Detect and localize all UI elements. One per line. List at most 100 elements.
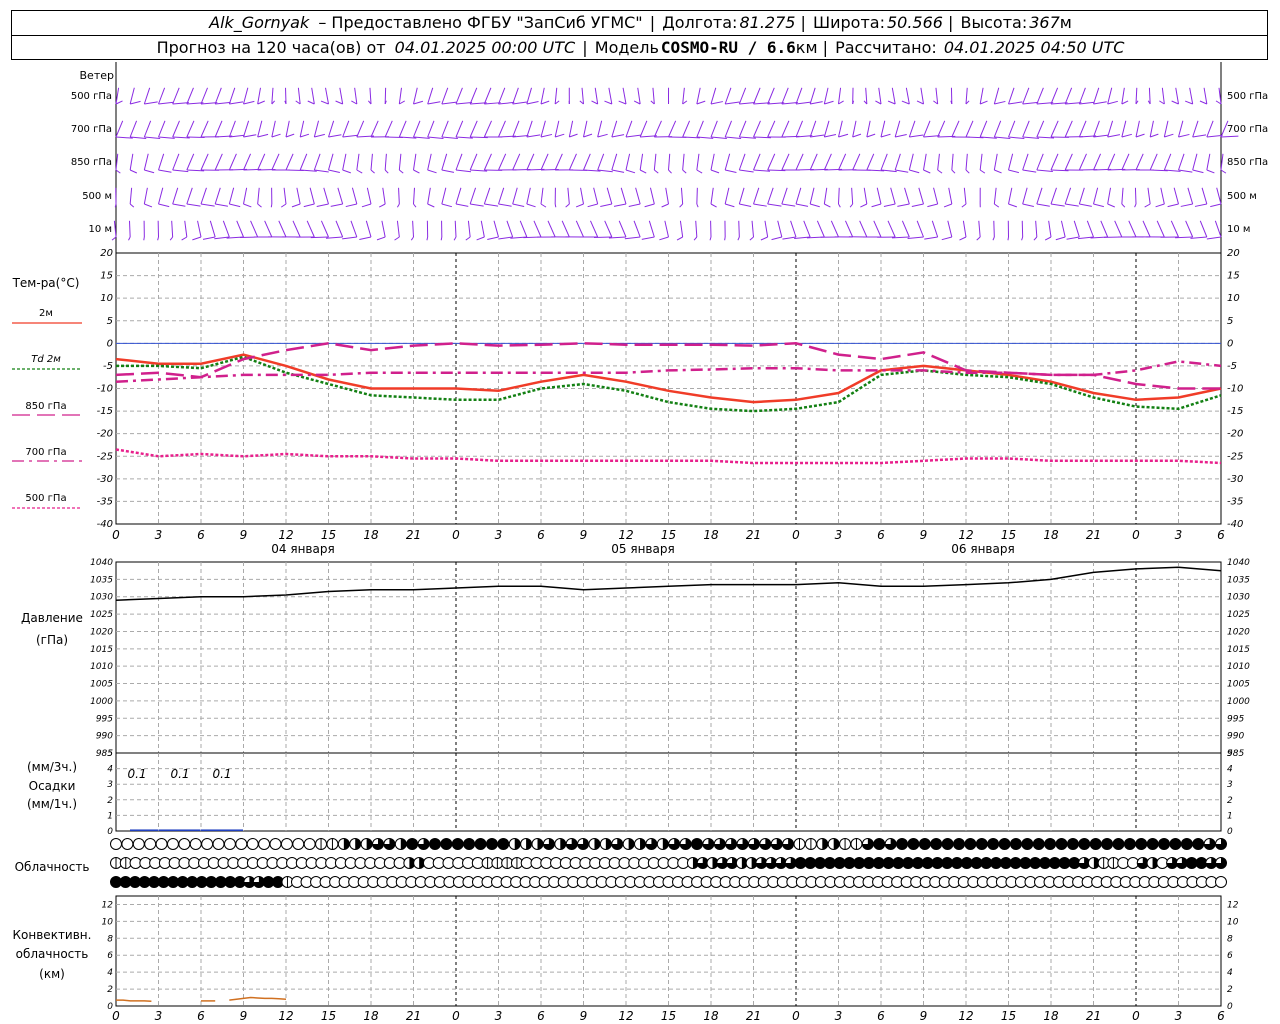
wind-barb (1175, 87, 1179, 105)
wind-barb-flag (1022, 136, 1040, 139)
wind-barb-flag (356, 169, 363, 174)
wind-level-10m-label: 10 м (89, 224, 112, 235)
wind-barb (158, 87, 166, 105)
wind-barb-flag (569, 133, 578, 138)
wind-barb (427, 120, 435, 138)
legend-700hpa-label: 700 гПа (25, 447, 66, 458)
cloud-fill-full (497, 838, 509, 850)
wind-barb-flag (144, 169, 155, 174)
wind-barb (738, 187, 745, 205)
wind-barb-flag (897, 203, 910, 207)
wind-barb (469, 120, 478, 138)
wind-barb-flag (696, 100, 706, 105)
y-tick-label-right: 10 (1227, 293, 1240, 304)
wind-barb (809, 153, 818, 171)
precipitation-panel: 5 5 4 4 3 3 2 2 1 1 0 0 (107, 749, 1233, 837)
wind-barb-flag (427, 169, 437, 174)
wind-barb-flag (693, 236, 698, 241)
wind-barb-flag (1134, 203, 1137, 208)
x-tick-label: 18 (363, 1009, 379, 1023)
wind-barb (455, 87, 463, 105)
wind-barb (250, 220, 259, 238)
wind-barb (738, 120, 747, 138)
wind-barb-flag (860, 203, 868, 208)
wind-barb (1149, 120, 1154, 138)
wind-barb (526, 120, 533, 138)
y-tick-label-right: 0 (1227, 827, 1233, 837)
wind-barb (639, 153, 644, 171)
y-tick-label-left: 1025 (90, 610, 113, 620)
wind-barb-flag (959, 236, 967, 241)
wind-barb (590, 220, 599, 238)
wind-barb-flag (1164, 169, 1181, 172)
wind-barb-flag (129, 203, 135, 208)
wind-barb-flag (725, 203, 735, 208)
wind-barb (838, 153, 847, 171)
wind-barb (384, 153, 387, 171)
wind-barb-flag (676, 236, 683, 241)
wind-barb (512, 153, 521, 171)
x-tick-label: 18 (363, 528, 379, 542)
wind-barb-flag (644, 203, 655, 208)
pressure-axis-unit: (гПа) (36, 633, 68, 647)
cloud-fill-full (987, 838, 999, 850)
wind-barb (568, 153, 577, 171)
wind-barb (356, 120, 365, 138)
wind-barb (356, 153, 360, 171)
wind-barb (1008, 120, 1016, 138)
wind-barb-flag (565, 203, 570, 208)
y-tick-label-left: 995 (96, 714, 113, 724)
wind-barb-flag (342, 134, 359, 138)
y-tick-label-right: 1015 (1227, 645, 1250, 655)
wind-barb (257, 120, 263, 138)
wind-barb (228, 187, 235, 205)
wind-barb (979, 153, 983, 171)
wind-barb-flag (271, 133, 281, 138)
wind-barb (908, 120, 916, 138)
wind-barb (823, 187, 828, 205)
wind-barb (795, 187, 802, 205)
wind-barb (264, 220, 273, 238)
wind-barb-flag (641, 236, 655, 240)
wind-barb (413, 87, 418, 105)
wind-barb-flag (172, 169, 189, 173)
y-tick-label-right: 2 (1227, 796, 1233, 806)
wind-barb-flag (394, 236, 400, 241)
wind-barb-flag (1220, 169, 1227, 174)
wind-barb (1206, 120, 1214, 138)
y-tick-label-left: 15 (100, 271, 113, 282)
wind-barb (1148, 87, 1151, 105)
wind-barb-flag (257, 100, 265, 105)
wind-barb (243, 120, 250, 138)
wind-barb (859, 220, 868, 238)
legend-850hpa-label: 850 гПа (25, 401, 66, 412)
wind-barb-flag (1175, 236, 1193, 239)
wind-level-700hpa-label: 700 гПа (71, 124, 112, 135)
wind-barb (396, 220, 400, 238)
y-tick-label-right: 1035 (1227, 575, 1250, 585)
wind-barb (1036, 120, 1045, 138)
x-tick-label: 0 (112, 1009, 120, 1023)
wind-barb (1160, 187, 1165, 205)
wind-barb-flag (1150, 133, 1159, 138)
wind-level-500hpa-label: 500 гПа (71, 91, 112, 102)
wind-barb-flag (130, 100, 141, 105)
cloud-fill-full (1021, 838, 1033, 850)
wind-barb (1036, 87, 1044, 105)
wind-barb-flag (994, 100, 1006, 105)
wind-barb-flag (781, 102, 798, 105)
wind-barb-flag (810, 203, 820, 208)
wind-barb-flag (1022, 101, 1039, 105)
wind-barb-flag (484, 203, 499, 207)
wind-barb (342, 153, 347, 171)
wind-barb (901, 220, 910, 238)
wind-barb-flag (1044, 236, 1052, 241)
wind-barb (993, 220, 995, 238)
wind-barb-flag (540, 100, 550, 105)
y-tick-label-right: 6 (1227, 951, 1233, 961)
wind-barb (271, 153, 280, 171)
y-tick-label-right: 4 (1227, 765, 1233, 775)
y-tick-label-right: -40 (1227, 519, 1243, 530)
wind-barb (441, 87, 449, 105)
wind-barb (618, 220, 627, 238)
